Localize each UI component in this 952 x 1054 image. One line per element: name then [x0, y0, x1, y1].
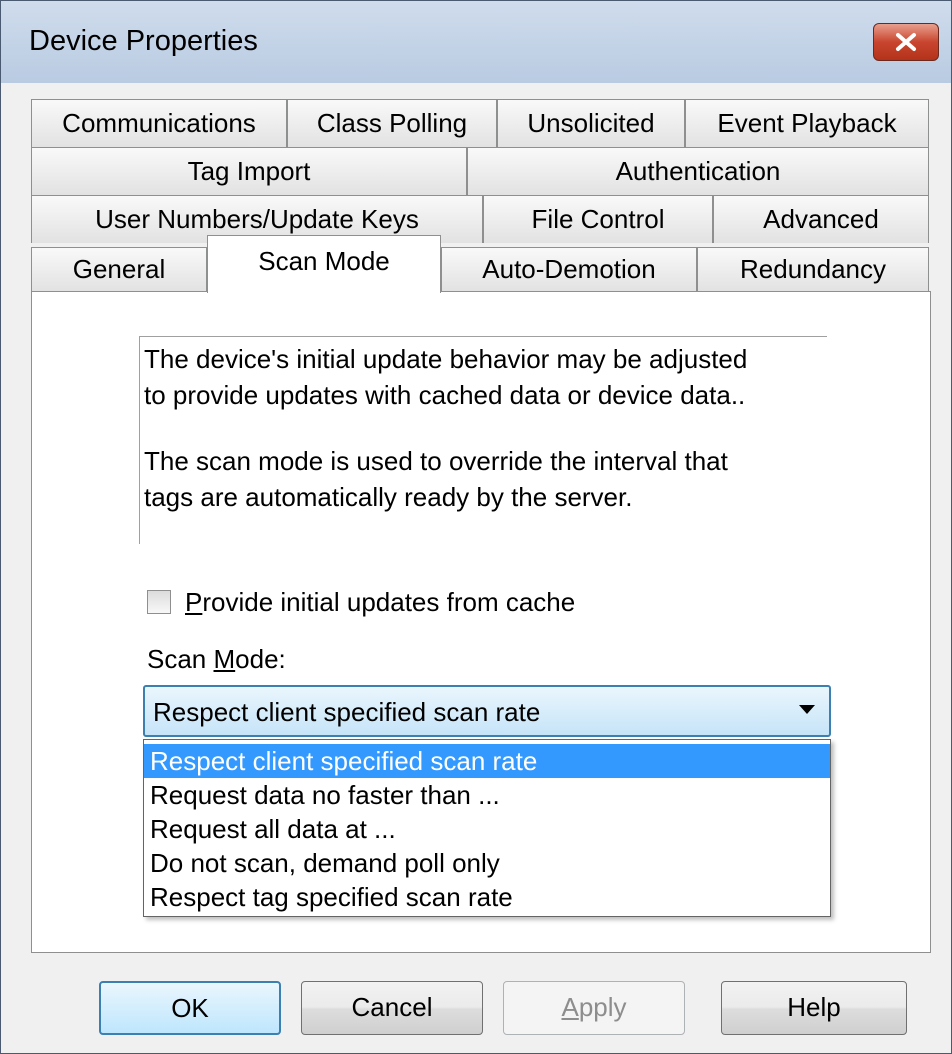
tab-general[interactable]: General — [31, 247, 207, 291]
description-box: The device's initial update behavior may… — [139, 336, 827, 544]
scan-mode-combobox[interactable]: Respect client specified scan rate — [143, 685, 831, 737]
dropdown-option[interactable]: Request data no faster than ... — [144, 778, 830, 812]
scan-mode-combobox-value: Respect client specified scan rate — [153, 697, 541, 727]
apply-button[interactable]: Apply — [503, 981, 685, 1035]
dropdown-option[interactable]: Request all data at ... — [144, 812, 830, 846]
initial-updates-checkbox[interactable] — [147, 590, 171, 614]
ok-button[interactable]: OK — [99, 981, 281, 1035]
description-line: The scan mode is used to override the in… — [144, 446, 728, 476]
tab-event-playback[interactable]: Event Playback — [685, 99, 929, 147]
window-title: Device Properties — [29, 25, 258, 57]
tab-file-control[interactable]: File Control — [483, 195, 713, 243]
scan-mode-label: Scan Mode: — [147, 642, 286, 676]
tab-row-4: General Scan Mode Auto-Demotion Redundan… — [31, 235, 929, 293]
scan-mode-dropdown-list: Respect client specified scan rate Reque… — [143, 739, 831, 917]
tab-redundancy[interactable]: Redundancy — [697, 247, 929, 291]
tab-communications[interactable]: Communications — [31, 99, 287, 147]
description-line: tags are automatically ready by the serv… — [144, 482, 633, 512]
scan-mode-label-pre: Scan — [147, 644, 214, 674]
tab-unsolicited[interactable]: Unsolicited — [497, 99, 685, 147]
tab-authentication[interactable]: Authentication — [467, 147, 929, 195]
device-properties-dialog: Device Properties Communications Class P… — [0, 0, 952, 1054]
dropdown-option[interactable]: Respect client specified scan rate — [144, 744, 830, 778]
tab-class-polling[interactable]: Class Polling — [287, 99, 497, 147]
tab-row-1: Communications Class Polling Unsolicited… — [31, 99, 929, 147]
cancel-button[interactable]: Cancel — [301, 981, 483, 1035]
apply-mnemonic: A — [561, 992, 579, 1022]
apply-label: pply — [578, 992, 627, 1022]
tab-auto-demotion[interactable]: Auto-Demotion — [441, 247, 697, 291]
help-button[interactable]: Help — [721, 981, 907, 1035]
scan-mode-label-mnemonic: M — [213, 644, 236, 674]
description-line: to provide updates with cached data or d… — [144, 380, 746, 410]
description-line: The device's initial update behavior may… — [144, 344, 748, 374]
tab-advanced[interactable]: Advanced — [713, 195, 929, 243]
tab-row-2: Tag Import Authentication — [31, 147, 929, 195]
dropdown-arrow-icon[interactable] — [799, 705, 815, 715]
close-x-icon — [896, 33, 916, 51]
title-bar[interactable]: Device Properties — [1, 1, 951, 83]
tab-tag-import[interactable]: Tag Import — [31, 147, 467, 195]
dropdown-option[interactable]: Do not scan, demand poll only — [144, 846, 830, 880]
close-button[interactable] — [873, 23, 939, 61]
scan-mode-label-post: ode: — [235, 644, 286, 674]
checkbox-label-mnemonic: P — [185, 587, 203, 617]
tab-row-3: User Numbers/Update Keys File Control Ad… — [31, 195, 929, 243]
dropdown-option[interactable]: Respect tag specified scan rate — [144, 880, 830, 914]
tab-scan-mode[interactable]: Scan Mode — [207, 235, 441, 293]
checkbox-label[interactable]: Provide initial updates from cache — [185, 585, 575, 619]
checkbox-label-text: rovide initial updates from cache — [202, 587, 576, 617]
